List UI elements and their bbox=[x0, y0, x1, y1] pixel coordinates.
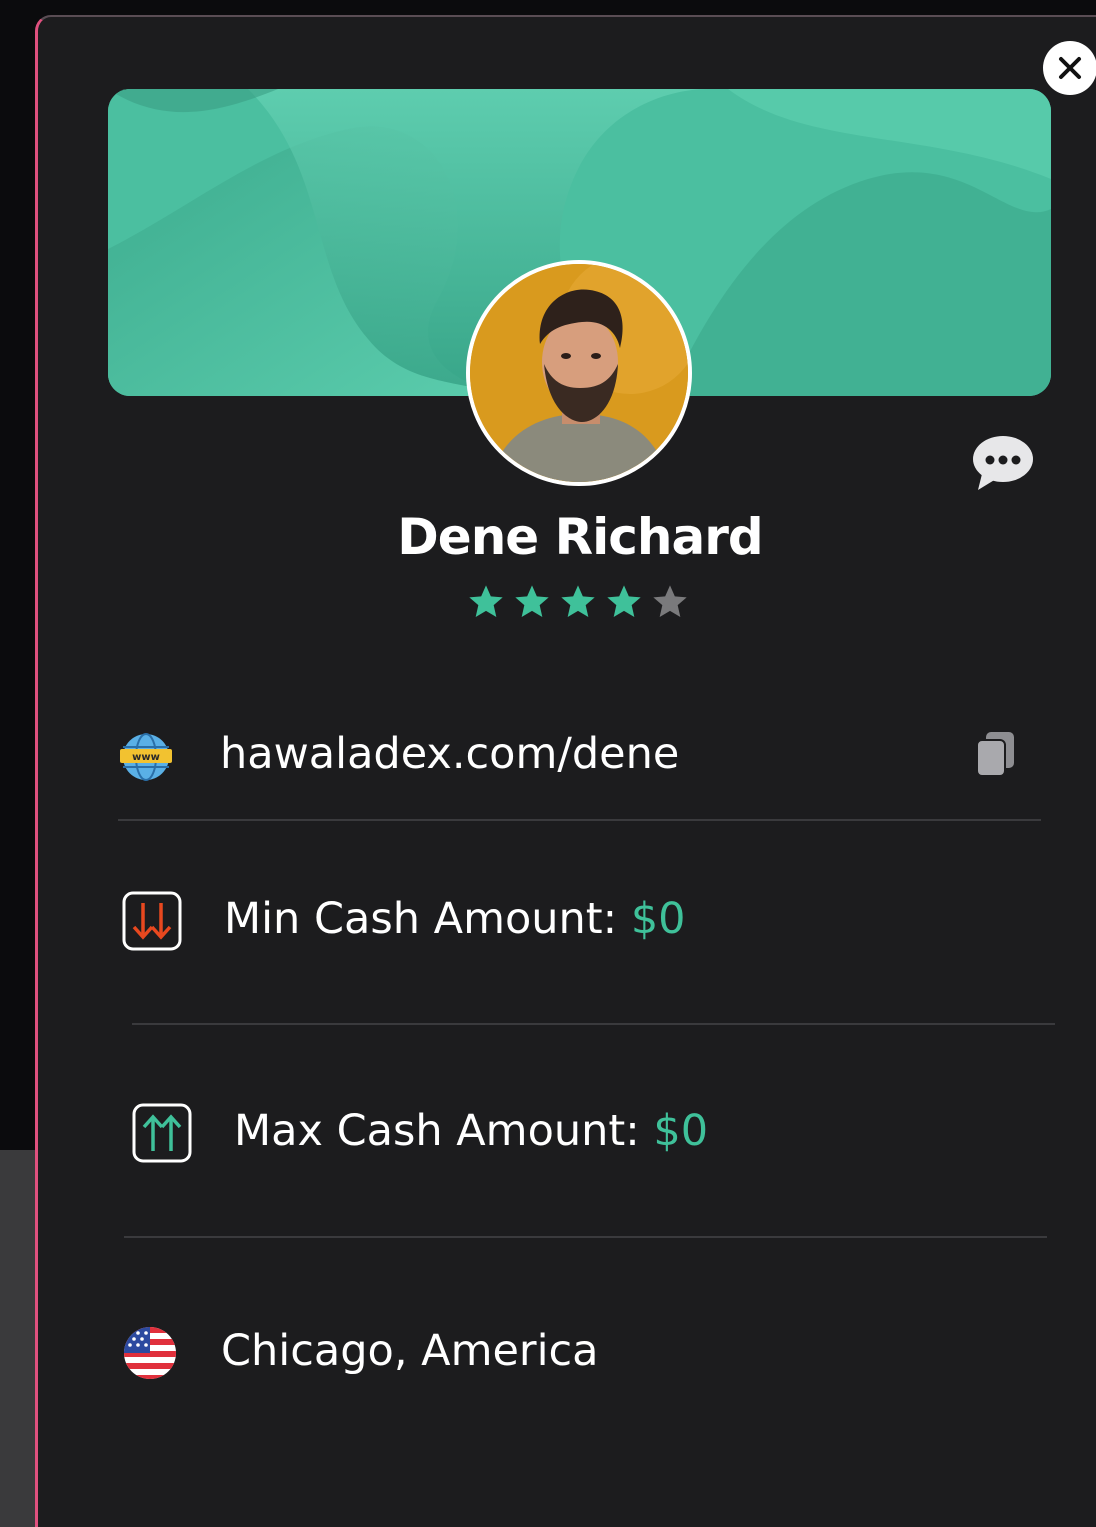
avatar-portrait bbox=[470, 264, 688, 482]
min-cash-amount: Min Cash Amount: $0 bbox=[224, 894, 686, 944]
divider bbox=[124, 1236, 1047, 1238]
min-cash-value: $0 bbox=[630, 894, 686, 944]
chat-bubble-icon bbox=[973, 436, 1033, 490]
max-cash-value: $0 bbox=[653, 1106, 709, 1156]
star-icon bbox=[607, 585, 641, 617]
arrows-down-icon bbox=[121, 890, 183, 956]
max-cash-label: Max Cash Amount: bbox=[234, 1106, 640, 1156]
star-icon bbox=[561, 585, 595, 617]
profile-screen: Dene Richard www hawaladex.com/dene Min … bbox=[0, 0, 1096, 1527]
www-globe-icon: www bbox=[118, 731, 174, 787]
close-icon bbox=[1059, 57, 1081, 79]
max-cash-amount: Max Cash Amount: $0 bbox=[234, 1106, 708, 1156]
close-button[interactable] bbox=[1043, 41, 1096, 95]
copy-icon bbox=[976, 732, 1014, 777]
location-text: Chicago, America bbox=[221, 1326, 599, 1376]
copy-button[interactable] bbox=[974, 730, 1018, 782]
star-icon bbox=[653, 585, 687, 617]
star-icon bbox=[515, 585, 549, 617]
profile-name: Dene Richard bbox=[397, 508, 763, 566]
min-cash-label: Min Cash Amount: bbox=[224, 894, 618, 944]
website-link[interactable]: hawaladex.com/dene bbox=[220, 729, 679, 779]
rating-stars bbox=[466, 582, 696, 622]
star-icon bbox=[469, 585, 503, 617]
us-flag-icon bbox=[122, 1325, 178, 1385]
avatar[interactable] bbox=[466, 260, 692, 486]
divider bbox=[132, 1023, 1055, 1025]
chat-button[interactable] bbox=[970, 432, 1036, 492]
divider bbox=[118, 819, 1041, 821]
svg-text:www: www bbox=[132, 752, 160, 763]
arrows-up-icon bbox=[131, 1102, 193, 1168]
